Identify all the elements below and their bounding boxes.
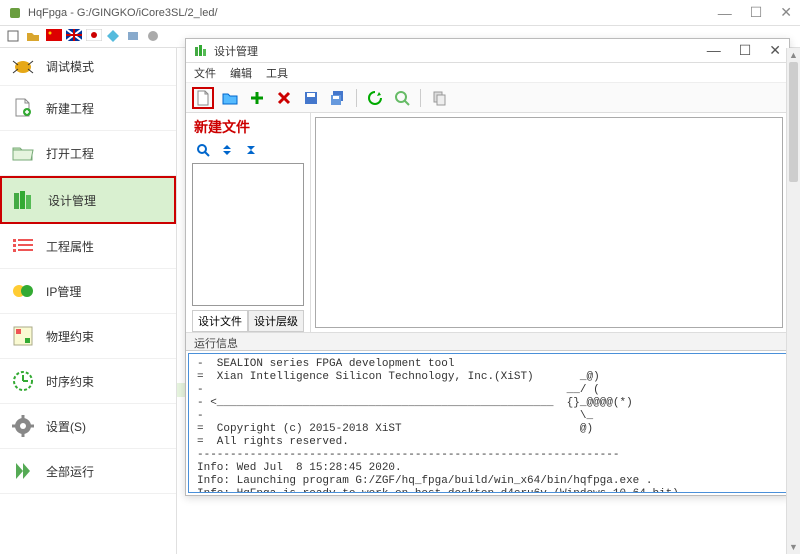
add-button[interactable]	[246, 87, 268, 109]
file-plus-icon	[10, 97, 36, 119]
toolbar-separator	[420, 89, 421, 107]
list-icon	[10, 235, 36, 257]
sidebar-item-new-project[interactable]: 新建工程	[0, 86, 176, 131]
sidebar-item-timing-constraint[interactable]: 时序约束	[0, 359, 176, 404]
ip-icon	[10, 280, 36, 302]
panel-title: 设计管理	[214, 43, 707, 59]
main-title: HqFpga - G:/GINGKO/iCore3SL/2_led/	[28, 7, 718, 19]
toolbar-new-icon[interactable]	[6, 29, 22, 45]
sidebar-item-label: IP管理	[46, 283, 81, 300]
main-close-button[interactable]: ✕	[780, 4, 792, 21]
sidebar-item-label: 时序约束	[46, 373, 94, 390]
scroll-up-icon[interactable]: ▲	[787, 48, 800, 62]
main-minimize-button[interactable]: —	[718, 5, 732, 21]
panel-maximize-button[interactable]: ☐	[739, 42, 752, 59]
menu-edit[interactable]: 编辑	[230, 65, 252, 81]
sidebar-item-label: 工程属性	[46, 238, 94, 255]
toolbar-flag-jp-icon[interactable]	[86, 29, 102, 45]
tab-design-files[interactable]: 设计文件	[192, 311, 248, 332]
log-section: 运行信息 - SEALION series FPGA development t…	[186, 332, 789, 495]
panel-minimize-button[interactable]: —	[707, 42, 721, 59]
tab-design-hierarchy[interactable]: 设计层级	[248, 311, 304, 332]
sidebar-item-label: 调试模式	[46, 58, 94, 75]
sidebar-item-physical-constraint[interactable]: 物理约束	[0, 314, 176, 359]
toolbar-separator	[356, 89, 357, 107]
scroll-down-icon[interactable]: ▼	[787, 540, 800, 554]
editor-area[interactable]	[315, 117, 783, 328]
main-maximize-button[interactable]: ☐	[750, 4, 763, 21]
remove-button[interactable]	[273, 87, 295, 109]
sidebar: 调试模式 新建工程 打开工程 设计管理 工程属性 IP管理 物理约束 时序约束	[0, 48, 177, 554]
save-button[interactable]	[300, 87, 322, 109]
grid-icon	[10, 325, 36, 347]
sidebar-item-project-props[interactable]: 工程属性	[0, 224, 176, 269]
sidebar-item-ip-manage[interactable]: IP管理	[0, 269, 176, 314]
books-icon	[12, 189, 38, 211]
sidebar-item-label: 全部运行	[46, 463, 94, 480]
toolbar-open-icon[interactable]	[26, 29, 42, 45]
sidebar-item-label: 设置(S)	[46, 418, 86, 435]
check-button[interactable]	[391, 87, 413, 109]
sidebar-item-label: 打开工程	[46, 145, 94, 162]
scroll-thumb[interactable]	[789, 62, 798, 182]
tree-toolbar	[192, 141, 304, 163]
sidebar-item-design-manage[interactable]: 设计管理	[0, 176, 176, 224]
panel-close-button[interactable]: ✕	[769, 42, 781, 59]
sidebar-item-label: 新建工程	[46, 100, 94, 117]
menu-tools[interactable]: 工具	[266, 65, 288, 81]
toolbar-tool-icon[interactable]	[146, 29, 162, 45]
open-file-button[interactable]	[219, 87, 241, 109]
sidebar-item-run-all[interactable]: 全部运行	[0, 449, 176, 494]
sidebar-item-settings[interactable]: 设置(S)	[0, 404, 176, 449]
panel-titlebar: 设计管理 — ☐ ✕	[186, 39, 789, 63]
panel-toolbar	[186, 83, 789, 113]
save-all-button[interactable]	[327, 87, 349, 109]
log-body[interactable]: - SEALION series FPGA development tool =…	[188, 353, 787, 493]
file-tree[interactable]	[192, 163, 304, 306]
play-all-icon	[10, 460, 36, 482]
tree-tabs: 设计文件 设计层级	[192, 310, 304, 332]
sidebar-item-debug-mode[interactable]: 调试模式	[0, 48, 176, 86]
content-area: 设计管理 — ☐ ✕ 文件 编辑 工具	[177, 48, 800, 554]
tree-pane: 新建文件 设计文件 设计层级	[186, 113, 311, 332]
toolbar-box-icon[interactable]	[126, 29, 142, 45]
menu-file[interactable]: 文件	[194, 65, 216, 81]
new-file-button[interactable]	[192, 87, 214, 109]
gear-icon	[10, 415, 36, 437]
folder-open-icon	[10, 142, 36, 164]
app-icon	[8, 6, 22, 20]
bug-icon	[10, 56, 36, 78]
toolbar-flag-cn-icon[interactable]	[46, 29, 62, 45]
panel-menubar: 文件 编辑 工具	[186, 63, 789, 83]
collapse-icon[interactable]	[244, 143, 258, 157]
vertical-scrollbar[interactable]: ▲ ▼	[786, 48, 800, 554]
main-titlebar: HqFpga - G:/GINGKO/iCore3SL/2_led/ — ☐ ✕	[0, 0, 800, 26]
log-header: 运行信息	[186, 333, 789, 351]
expand-icon[interactable]	[220, 143, 234, 157]
sidebar-item-open-project[interactable]: 打开工程	[0, 131, 176, 176]
design-manage-panel: 设计管理 — ☐ ✕ 文件 编辑 工具	[185, 38, 790, 496]
refresh-button[interactable]	[364, 87, 386, 109]
sidebar-item-label: 物理约束	[46, 328, 94, 345]
copy-button[interactable]	[428, 87, 450, 109]
panel-app-icon	[194, 44, 208, 58]
toolbar-flag-uk-icon[interactable]	[66, 29, 82, 45]
toolbar-diamond-icon[interactable]	[106, 29, 122, 45]
clock-icon	[10, 370, 36, 392]
sidebar-item-label: 设计管理	[48, 192, 96, 209]
search-icon[interactable]	[196, 143, 210, 157]
new-file-label: 新建文件	[194, 117, 304, 137]
